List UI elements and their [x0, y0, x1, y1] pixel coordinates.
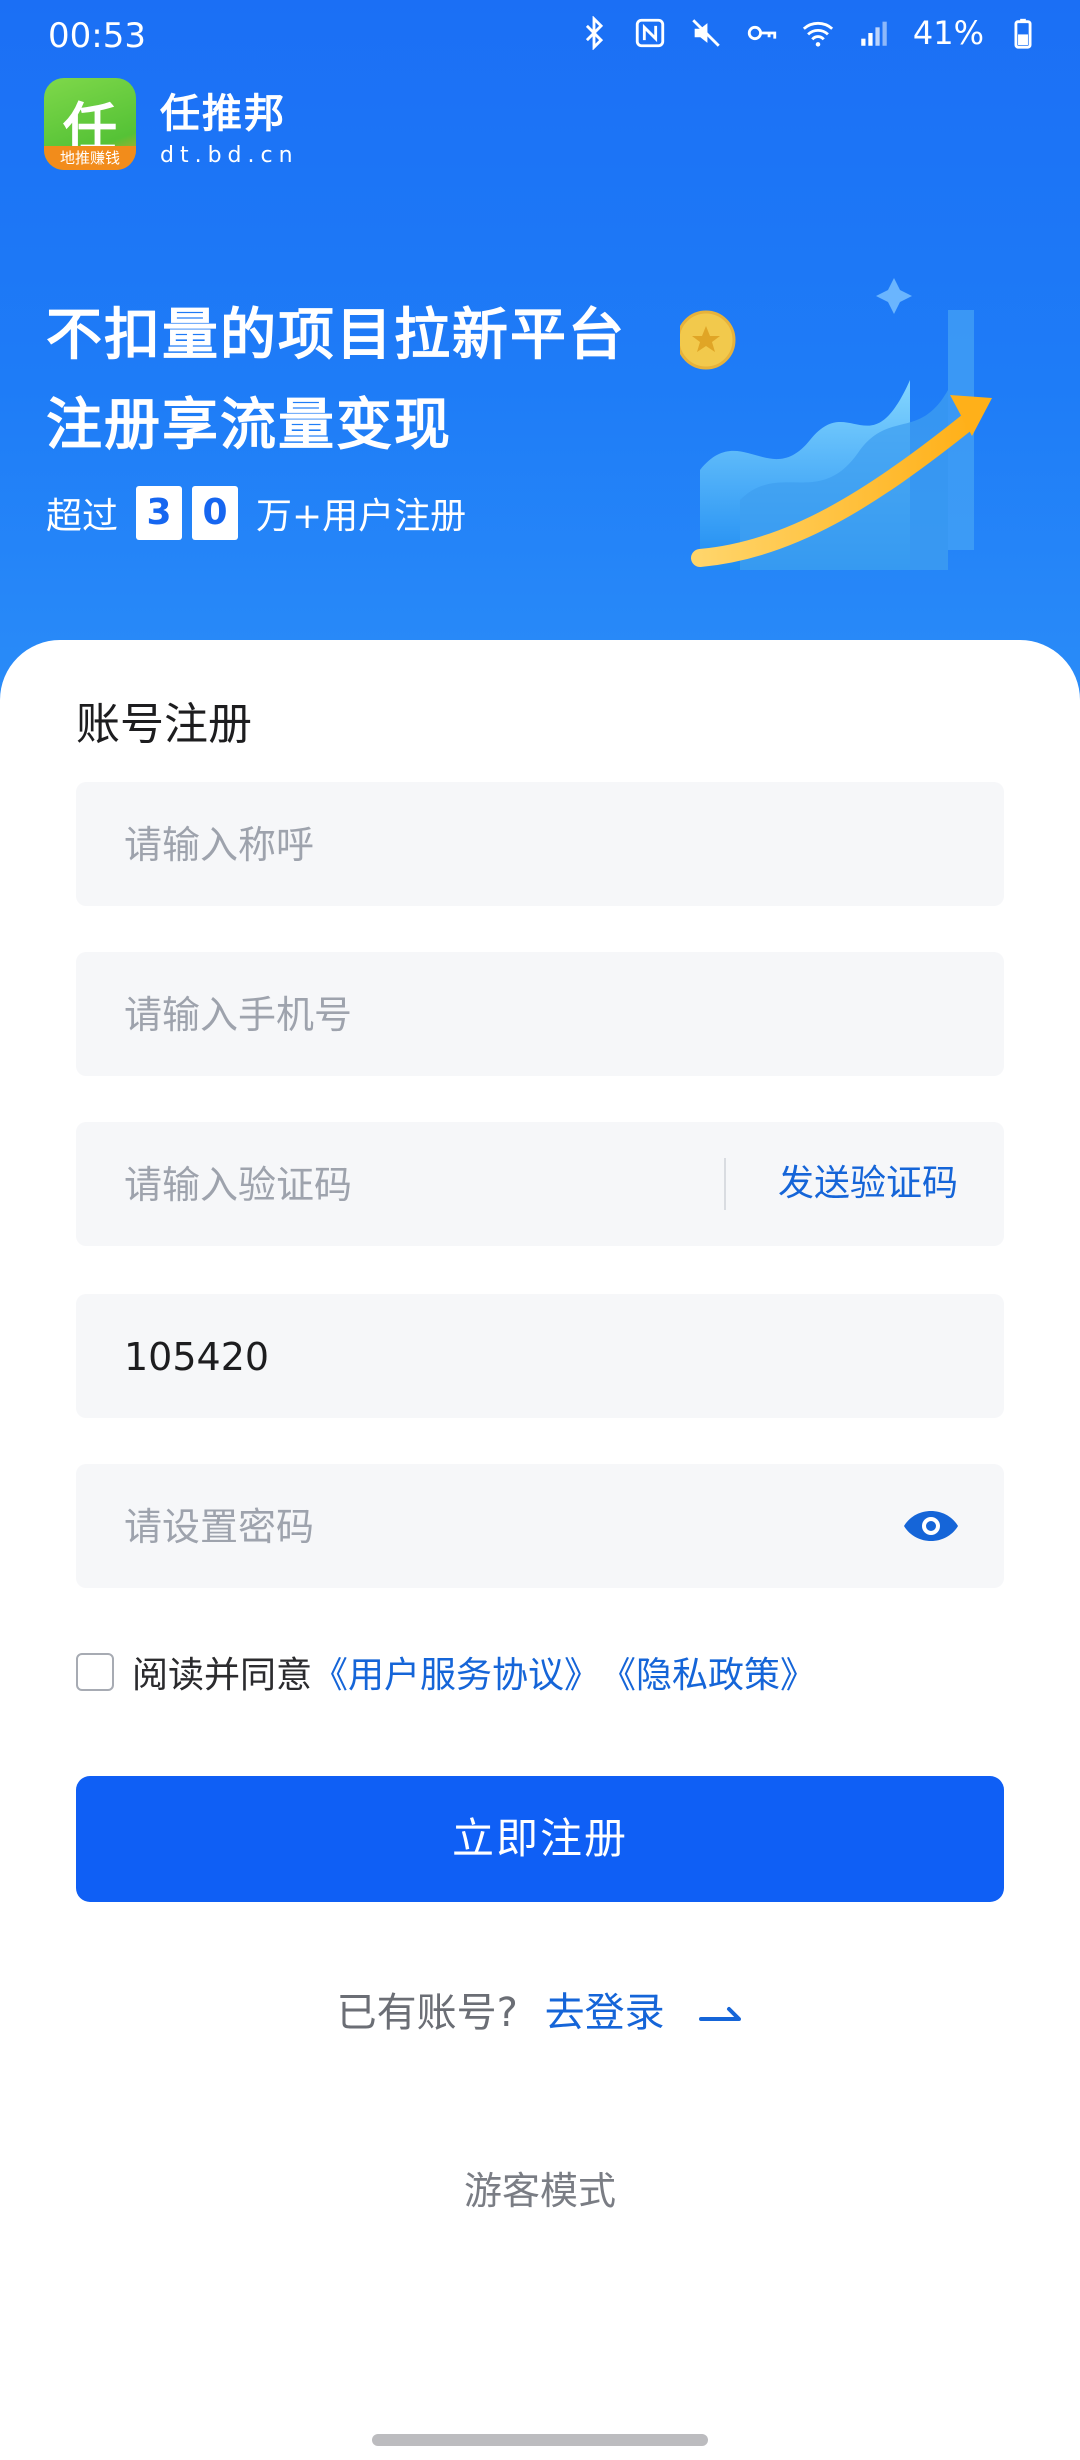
- user-count: 超过 3 0 万+用户注册: [46, 486, 466, 540]
- login-row: 已有账号? 去登录: [0, 1980, 1080, 2038]
- brand-domain: dt.bd.cn: [160, 142, 299, 168]
- privacy-link[interactable]: 《隐私政策》: [600, 1646, 816, 1698]
- eye-icon[interactable]: [902, 1502, 960, 1550]
- user-count-digit: 0: [192, 486, 239, 540]
- headline: 不扣量的项目拉新平台: [46, 303, 626, 368]
- arrow-right-icon[interactable]: [699, 2005, 743, 2025]
- agree-text: 阅读并同意: [132, 1655, 313, 1696]
- have-account-text: 已有账号?: [336, 1990, 518, 2036]
- user-count-suffix: 万+用户注册: [256, 496, 467, 537]
- nickname-input[interactable]: [122, 782, 726, 908]
- guest-mode-link[interactable]: 游客模式: [0, 2160, 1080, 2215]
- phone-input[interactable]: [122, 952, 726, 1078]
- code-field[interactable]: 发送验证码: [76, 1122, 1004, 1248]
- brand: 任 地推赚钱 任推邦 dt.bd.cn: [44, 78, 299, 170]
- send-code-button[interactable]: 发送验证码: [778, 1122, 958, 1246]
- brand-name: 任推邦: [160, 90, 286, 137]
- home-indicator[interactable]: [372, 2434, 708, 2446]
- hero-banner: 00:53 41% 任 地推赚钱 任推邦 dt.bd.cn 不扣量的项目拉新平台…: [0, 0, 1080, 700]
- status-bar: 00:53 41%: [0, 0, 1080, 72]
- growth-chart-illustration: [680, 278, 992, 570]
- nickname-field[interactable]: [76, 782, 1004, 908]
- signal-icon: [861, 21, 887, 46]
- status-time: 00:53: [48, 16, 146, 56]
- password-field[interactable]: [76, 1464, 1004, 1590]
- register-card: 账号注册 发送验证码 阅读并同意 《用户服务协议》 《隐私政策》 立即注册 已有…: [0, 640, 1080, 2460]
- status-icons: 41%: [577, 14, 1040, 52]
- vpn-key-icon: [747, 25, 777, 41]
- go-login-link[interactable]: 去登录: [545, 1990, 665, 2036]
- logo-band: 地推赚钱: [44, 146, 136, 170]
- mute-icon: [692, 19, 720, 47]
- bluetooth-icon: [585, 16, 603, 50]
- password-input[interactable]: [122, 1464, 726, 1590]
- wifi-icon: [802, 21, 833, 47]
- terms-link[interactable]: 《用户服务协议》: [312, 1646, 600, 1698]
- form-title: 账号注册: [76, 699, 252, 750]
- user-count-prefix: 超过: [46, 496, 119, 537]
- invite-code-field[interactable]: [76, 1294, 1004, 1420]
- divider: [724, 1158, 726, 1210]
- subheadline: 注册享流量变现: [46, 393, 452, 458]
- app-logo: 任 地推赚钱: [44, 78, 136, 170]
- verification-code-input[interactable]: [122, 1122, 686, 1248]
- user-count-digit: 3: [136, 486, 183, 540]
- battery-icon: [1014, 18, 1032, 49]
- agreement-row: 阅读并同意 《用户服务协议》 《隐私政策》: [76, 1646, 816, 1698]
- invite-code-input[interactable]: [122, 1294, 726, 1420]
- battery-percent: 41%: [912, 14, 984, 52]
- register-button[interactable]: 立即注册: [76, 1776, 1004, 1902]
- nfc-icon: [635, 18, 665, 48]
- agree-checkbox[interactable]: [76, 1653, 114, 1691]
- phone-field[interactable]: [76, 952, 1004, 1078]
